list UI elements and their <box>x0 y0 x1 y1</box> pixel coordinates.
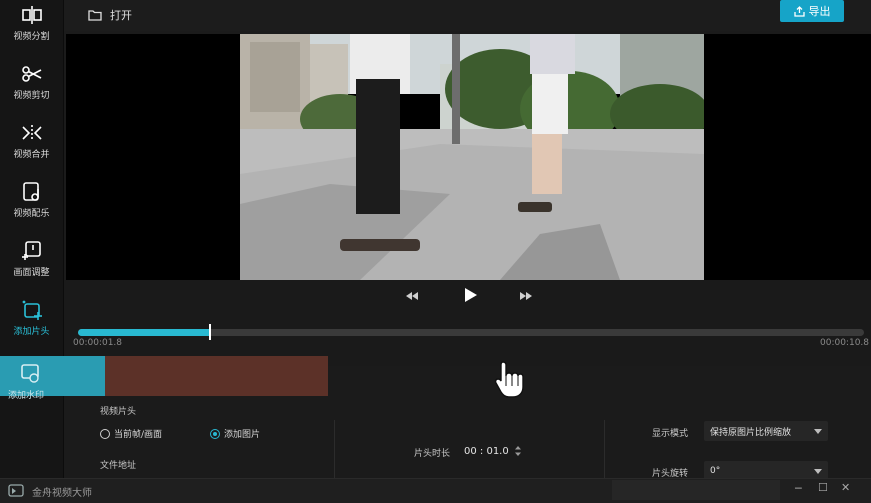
folder-icon <box>88 10 102 21</box>
properties-panel: 视频片头 当前帧/画面 添加图片 文件地址 片头时长 00 : 01.0 显示模… <box>64 396 871 481</box>
duration-label: 片头时长 <box>414 449 451 459</box>
stepper-arrows-icon[interactable] <box>514 446 521 456</box>
app-logo-icon <box>8 484 24 497</box>
sidebar-item-video-merge[interactable]: 视频合并 <box>0 122 63 178</box>
music-file-icon <box>22 182 39 201</box>
radio-add-image[interactable]: 添加图片 <box>210 427 260 440</box>
section-title: 视频片头 <box>100 407 137 417</box>
sidebar-item-label: 视频合并 <box>13 150 50 160</box>
display-mode-label: 显示模式 <box>652 429 689 439</box>
video-frame <box>240 34 704 280</box>
sidebar-item-frame-adjust[interactable]: 画面调整 <box>0 240 63 296</box>
sidebar-item-label: 视频剪切 <box>13 91 50 101</box>
timeline: 添加水印 <box>0 356 871 401</box>
sidebar-item-video-music[interactable]: 视频配乐 <box>0 181 63 237</box>
video-preview <box>66 34 871 280</box>
sidebar: 视频分割 视频剪切 视频合并 视频配乐 画面调整 添加片头 <box>0 0 64 478</box>
maximize-icon[interactable]: ☐ <box>818 481 828 494</box>
file-address-label: 文件地址 <box>100 461 137 471</box>
radio-label: 当前帧/画面 <box>114 430 163 440</box>
divider <box>604 420 605 478</box>
total-time: 00:00:10.8 <box>820 338 870 348</box>
divider <box>334 420 335 478</box>
display-mode-select[interactable]: 保持原图片比例缩放 <box>704 421 828 441</box>
export-button[interactable]: 导出 <box>780 0 844 22</box>
radio-current-frame[interactable]: 当前帧/画面 <box>100 427 162 440</box>
radio-off-icon <box>100 428 110 439</box>
video-split-icon <box>21 6 42 24</box>
export-icon <box>793 5 805 17</box>
watermark-icon <box>21 364 39 383</box>
sidebar-item-label: 画面调整 <box>13 268 50 278</box>
sidebar-item-label: 视频分割 <box>13 32 50 42</box>
radio-label: 添加图片 <box>224 430 261 440</box>
progress-handle[interactable] <box>209 324 211 340</box>
app-title: 金舟视频大师 <box>32 488 92 499</box>
sidebar-item-label: 添加片头 <box>13 327 50 337</box>
sidebar-item-add-watermark[interactable]: 添加水印 <box>0 356 105 401</box>
export-label: 导出 <box>808 5 831 18</box>
minimize-icon[interactable]: ─ <box>795 482 802 495</box>
top-toolbar: 打开 导出 <box>64 0 871 31</box>
progress-fill <box>78 329 209 336</box>
sidebar-item-add-intro[interactable]: 添加片头 <box>0 299 63 355</box>
duration-stepper[interactable]: 00 : 01.0 <box>464 442 528 460</box>
chevron-down-icon <box>814 428 822 434</box>
current-time: 00:00:01.8 <box>73 338 123 348</box>
sidebar-item-label: 添加水印 <box>8 391 45 401</box>
sidebar-item-video-split[interactable]: 视频分割 <box>0 4 63 60</box>
radio-on-icon <box>210 428 220 439</box>
close-icon[interactable]: ✕ <box>841 481 850 494</box>
play-icon[interactable] <box>464 287 478 303</box>
window-taskbar: 金舟视频大师 ─ ☐ ✕ <box>0 478 871 503</box>
scissors-icon <box>21 66 41 82</box>
rotate-value: 0° <box>710 466 721 476</box>
frame-adjust-icon <box>21 241 41 260</box>
timeline-clip[interactable] <box>105 356 328 396</box>
open-button[interactable]: 打开 <box>88 4 132 26</box>
fast-forward-icon[interactable] <box>518 290 534 302</box>
hand-cursor-icon <box>494 361 524 398</box>
open-label: 打开 <box>110 9 132 22</box>
video-merge-icon <box>21 125 42 141</box>
duration-value: 00 : 01.0 <box>464 445 509 457</box>
player-controls: 00:00:01.8 00:00:10.8 <box>64 280 871 366</box>
chevron-down-icon <box>814 468 822 474</box>
sidebar-item-label: 视频配乐 <box>13 209 50 219</box>
taskbar-preview <box>612 480 780 500</box>
rewind-icon[interactable] <box>404 290 420 302</box>
display-mode-value: 保持原图片比例缩放 <box>710 427 792 438</box>
add-intro-icon <box>22 300 42 320</box>
sidebar-item-video-cut[interactable]: 视频剪切 <box>0 63 63 119</box>
